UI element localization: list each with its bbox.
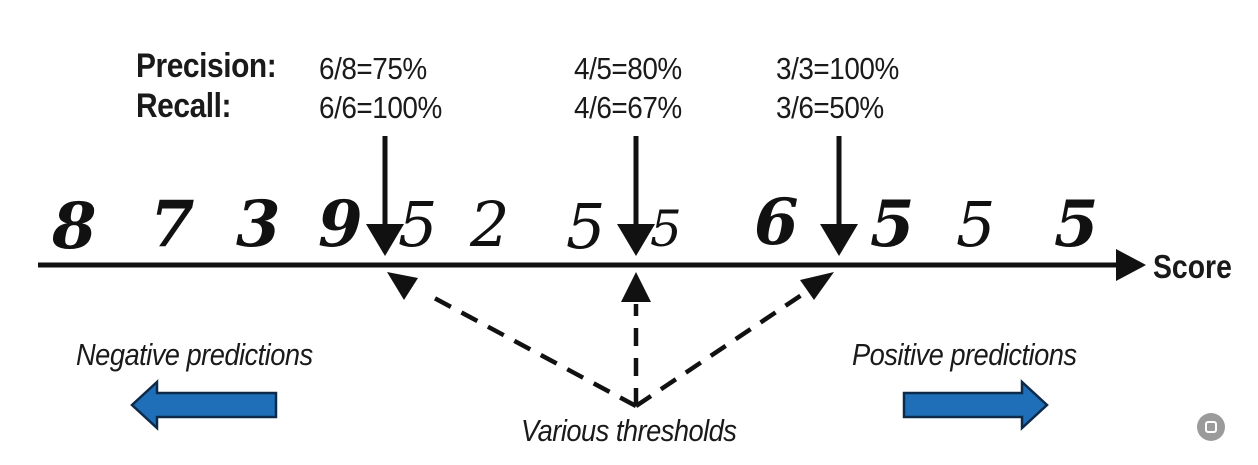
digit-4: 5 [398,188,437,261]
digit-1: 7 [150,187,195,262]
score-axis-arrowhead [1116,249,1146,281]
score-axis-label: Score [1153,248,1232,285]
diagram-graphics: 8 7 3 9 5 2 5 5 6 5 5 5 [38,136,1146,431]
threshold-3-arrow [820,136,858,256]
digit-3: 9 [318,187,363,262]
digit-0: 8 [51,189,97,264]
various-thresholds-label: Various thresholds [521,413,737,448]
digit-7: 5 [650,200,682,258]
threshold-pointers [387,272,834,408]
digit-9: 5 [870,187,915,262]
positive-direction-arrow [902,379,1049,431]
positive-predictions-label: Positive predictions [852,337,1077,372]
overlay-action-button[interactable] [1197,413,1225,441]
digit-row: 8 7 3 9 5 2 5 5 6 5 5 5 [51,185,1099,264]
digit-6: 5 [566,190,605,263]
digit-5: 2 [469,188,509,261]
digit-10: 5 [956,188,995,261]
diagram: Precision: Recall: 6/8=75% 6/6=100% 4/5=… [0,0,1258,465]
digit-8: 6 [754,185,799,260]
document-icon [1205,421,1217,433]
digit-11: 5 [1054,187,1099,262]
negative-direction-arrow [130,379,278,431]
negative-predictions-label: Negative predictions [76,337,313,372]
digit-2: 3 [236,187,281,262]
